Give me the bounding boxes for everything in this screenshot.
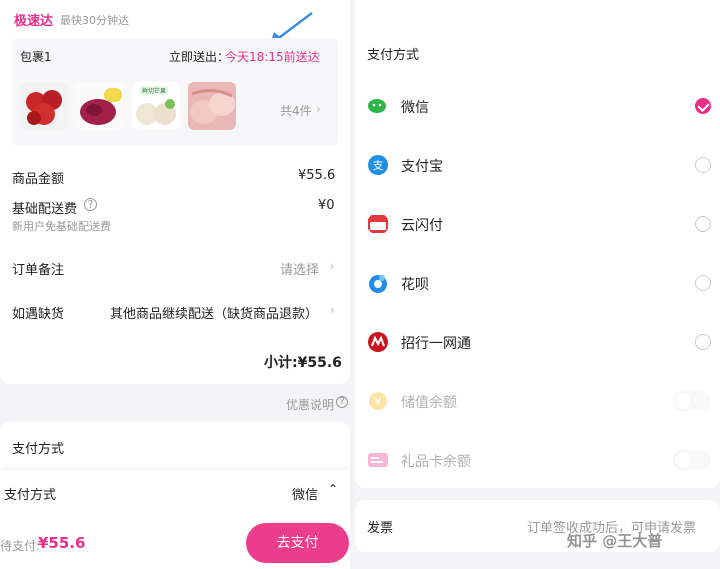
pay-option-wechat[interactable]: 微信	[367, 86, 712, 126]
toggle-switch	[673, 450, 711, 470]
goods-amount-label: 商品金额	[12, 172, 65, 187]
ship-label: 立即送出：	[169, 50, 230, 64]
svg-text:¥: ¥	[375, 397, 381, 408]
product-thumb-dragonfruit	[76, 82, 124, 130]
remark-label: 订单备注	[12, 263, 65, 278]
delivery-fee-label: 基础配送费	[12, 202, 78, 217]
watermark: 知乎 @王大普	[567, 532, 663, 550]
order-remark-row[interactable]: 订单备注 请选择 ›	[0, 252, 350, 284]
pay-option-alipay[interactable]: 支 支付宝	[367, 145, 712, 185]
package-card[interactable]: 包裹1 立即送出： 今天18:15前送达 › 鲜切芒果 共4件 ›	[12, 38, 338, 146]
go-pay-button[interactable]: 去支付	[246, 523, 349, 563]
thumb-label: 鲜切芒果	[140, 86, 169, 95]
subtotal: 小计:¥55.6	[264, 355, 342, 371]
stockout-row[interactable]: 如遇缺货 其他商品继续配送（缺货商品退款） ›	[0, 296, 350, 328]
radio-selected[interactable]	[695, 98, 711, 114]
chevron-right-icon: ›	[316, 102, 321, 116]
pending-amount: ¥55.6	[38, 534, 86, 552]
wallet-icon: ¥	[369, 392, 387, 410]
delivery-subtitle: 最快30分钟达	[60, 14, 129, 27]
huabei-icon	[369, 275, 387, 293]
radio-unselected[interactable]	[695, 275, 711, 291]
package-name: 包裹1	[20, 50, 52, 64]
pending-label: 待支付:	[0, 539, 41, 553]
pay-option-label: 储值余额	[401, 395, 457, 411]
pay-option-label: 花呗	[401, 277, 429, 293]
wechat-icon	[368, 99, 386, 113]
delivery-fee-note: 新用户免基础配送费	[12, 220, 111, 233]
sheet-label: 支付方式	[4, 488, 57, 503]
pay-option-label: 云闪付	[401, 218, 443, 234]
cmb-icon	[368, 332, 388, 352]
chevron-right-icon: ›	[330, 259, 335, 273]
payment-section: 支付方式	[0, 422, 350, 472]
product-thumb-strawberry	[20, 82, 68, 130]
alipay-icon: 支	[368, 155, 388, 175]
pay-option-huabei[interactable]: 花呗	[367, 263, 712, 303]
sheet-value: 微信	[292, 488, 319, 503]
stockout-label: 如遇缺货	[12, 307, 65, 322]
stockout-value: 其他商品继续配送（缺货商品退款）	[110, 307, 319, 322]
delivery-fee-value: ¥0	[318, 198, 335, 213]
payment-methods-card: 支付方式 微信 支 支付宝 云闪付 花呗 招行一网通 ¥ 储值余额 礼品卡余额	[355, 0, 720, 488]
toggle-switch	[673, 391, 711, 411]
order-card: 极速达 最快30分钟达 包裹1 立即送出： 今天18:15前送达 › 鲜切芒果	[0, 0, 350, 384]
discount-note[interactable]: 优惠说明	[286, 396, 334, 413]
radio-unselected[interactable]	[695, 334, 711, 350]
invoice-label: 发票	[367, 521, 394, 536]
delivery-badge: 极速达	[14, 14, 54, 29]
goods-amount-value: ¥55.6	[298, 168, 336, 183]
product-thumb-mango-cut: 鲜切芒果	[132, 82, 180, 130]
order-confirm-panel: 极速达 最快30分钟达 包裹1 立即送出： 今天18:15前送达 › 鲜切芒果	[0, 0, 350, 569]
pay-option-label: 礼品卡余额	[401, 454, 471, 470]
payment-methods-panel: 支付方式 微信 支 支付宝 云闪付 花呗 招行一网通 ¥ 储值余额 礼品卡余额 …	[355, 0, 720, 569]
pay-option-unionpay[interactable]: 云闪付	[367, 204, 712, 244]
payment-method-sheet[interactable]: 支付方式 微信 ⌃	[0, 470, 350, 515]
pay-option-label: 支付宝	[401, 159, 443, 175]
pay-option-stored-balance: ¥ 储值余额	[367, 381, 712, 421]
payment-methods-title: 支付方式	[367, 48, 420, 63]
pay-option-label: 微信	[401, 100, 429, 116]
invoice-row[interactable]: 发票 订单签收成功后，可申请发票	[355, 500, 720, 552]
remark-value: 请选择	[280, 263, 320, 278]
help-icon[interactable]: ?	[84, 198, 97, 211]
ship-time: 今天18:15前送达	[225, 50, 320, 64]
radio-unselected[interactable]	[695, 157, 711, 173]
chevron-right-icon: ›	[330, 303, 335, 317]
pay-option-gift-card: 礼品卡余额	[367, 440, 712, 480]
help-icon[interactable]: ?	[336, 396, 348, 408]
svg-text:支: 支	[373, 159, 384, 172]
chevron-up-icon: ⌃	[328, 482, 339, 496]
item-count: 共4件	[280, 104, 312, 118]
product-thumb-pomelo	[188, 82, 236, 130]
pay-option-label: 招行一网通	[401, 336, 471, 352]
pay-option-cmb[interactable]: 招行一网通	[367, 322, 712, 362]
chevron-right-icon: ›	[316, 48, 321, 62]
radio-unselected[interactable]	[695, 216, 711, 232]
unionpay-icon	[368, 215, 388, 233]
payment-section-title: 支付方式	[12, 442, 65, 457]
gift-card-icon	[368, 453, 388, 467]
